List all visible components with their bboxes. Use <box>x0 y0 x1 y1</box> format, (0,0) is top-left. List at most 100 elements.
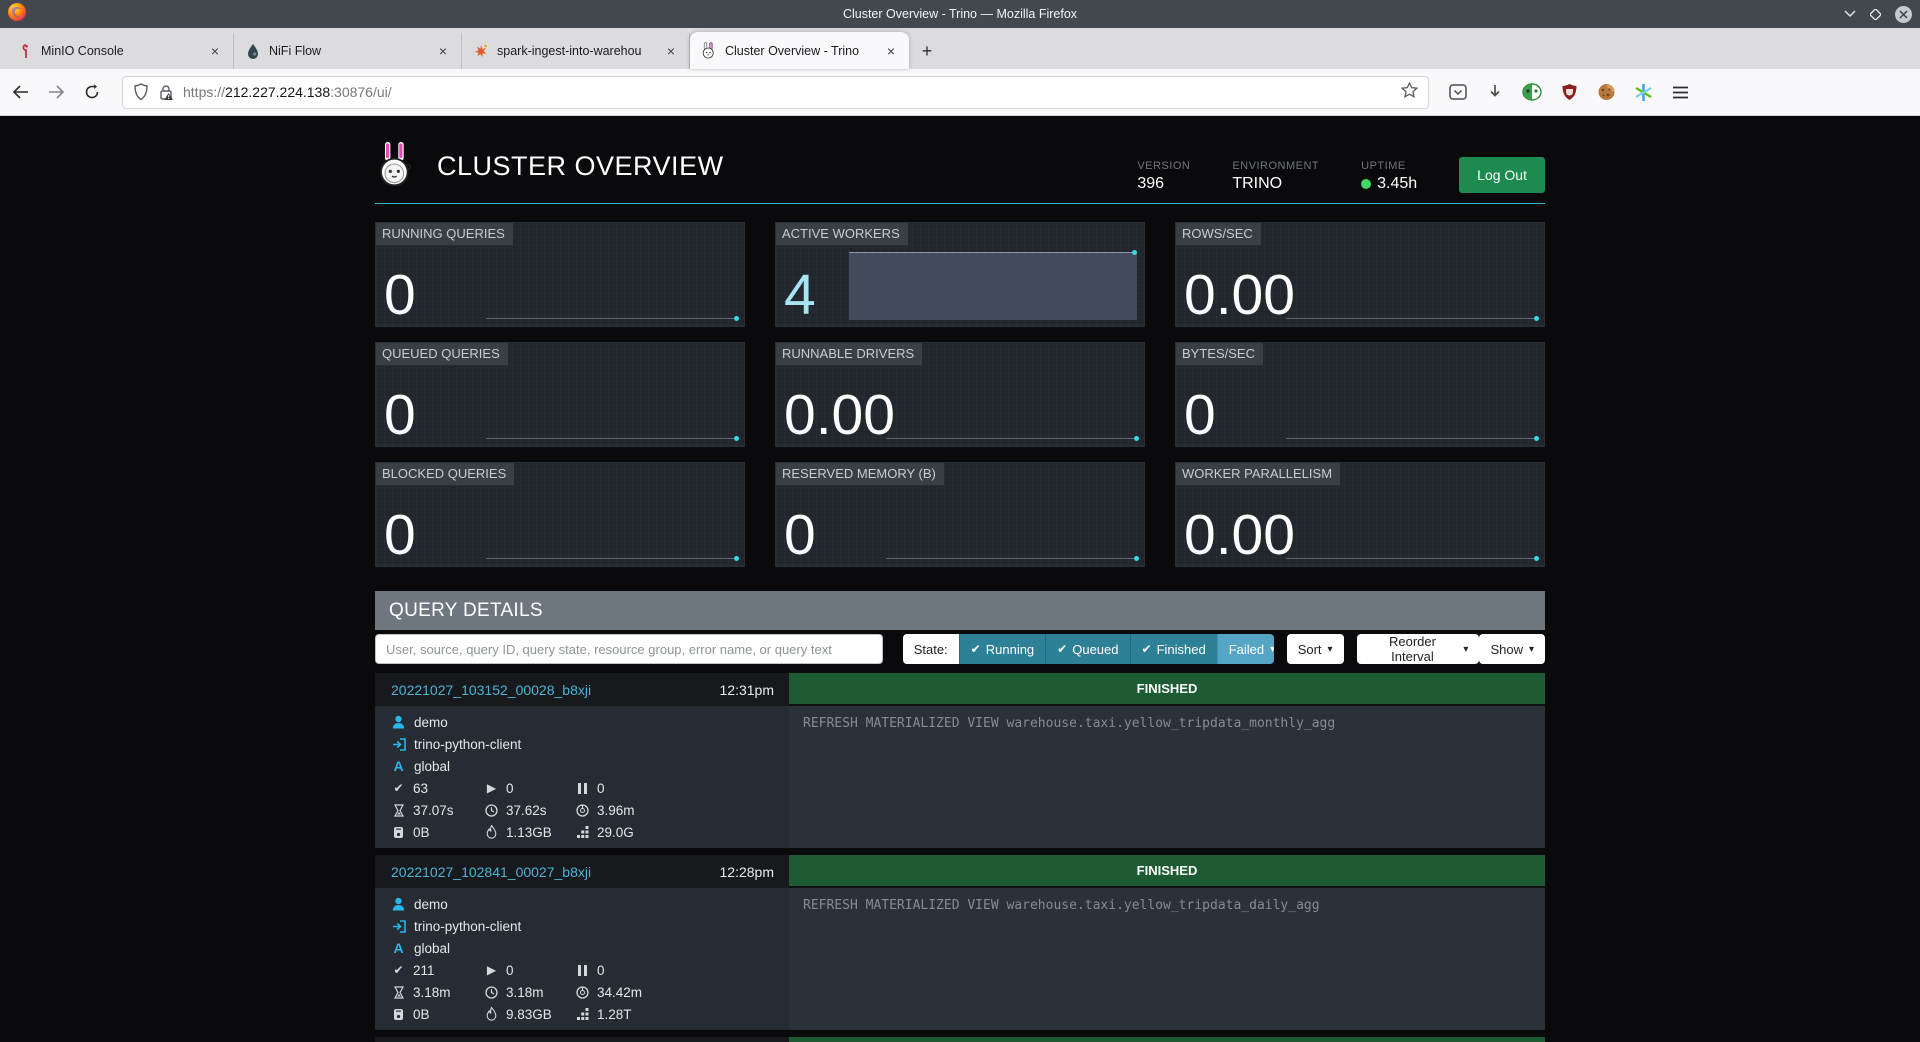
tab-close-icon[interactable]: × <box>881 41 901 61</box>
sparkline <box>486 438 737 439</box>
tab-label: Cluster Overview - Trino <box>725 44 881 58</box>
ublock-shield-extension-icon[interactable] <box>1558 81 1580 103</box>
forward-button[interactable] <box>40 76 72 108</box>
stat-value: 0 <box>1184 387 1216 444</box>
maximize-button[interactable] <box>1870 9 1881 20</box>
resource-group-icon: A <box>391 758 406 774</box>
filter-failed-dropdown[interactable]: Failed▾ <box>1217 634 1274 664</box>
peak-memory-flame-icon <box>484 825 499 839</box>
query-id-link[interactable]: 20221027_102841_00027_b8xji <box>391 864 591 880</box>
privacy-mask-extension-icon[interactable] <box>1521 81 1543 103</box>
environment-label: ENVIRONMENT <box>1232 160 1319 172</box>
new-tab-button[interactable]: + <box>913 37 941 65</box>
cpu-time: 34.42m <box>597 985 642 1000</box>
cumulative-memory-grid-icon <box>575 1008 590 1020</box>
query-search-input[interactable] <box>375 634 883 664</box>
query-source: trino-python-client <box>414 737 521 752</box>
query-resource-group: global <box>414 941 450 956</box>
tab-close-icon[interactable]: × <box>433 41 453 61</box>
query-state-badge: FINISHED <box>789 673 1545 706</box>
query-row: 20221027_103152_00028_b8xji 12:31pm FINI… <box>375 673 1545 848</box>
peak-memory-flame-icon <box>484 1007 499 1021</box>
minimize-button[interactable] <box>1844 10 1856 18</box>
downloads-icon[interactable] <box>1484 81 1506 103</box>
reorder-interval-dropdown[interactable]: Reorder Interval▾ <box>1357 634 1480 664</box>
query-state-badge: FINISHED <box>789 855 1545 888</box>
stat-value: 0 <box>384 507 416 564</box>
uptime-value: 3.45h <box>1377 175 1417 193</box>
sparkline-dot <box>1534 436 1539 441</box>
uptime-status-dot <box>1361 179 1371 189</box>
cluster-stats-grid: RUNNING QUERIES 0 ACTIVE WORKERS 4 ROWS/… <box>375 222 1545 567</box>
filter-running-button[interactable]: ✔Running <box>959 634 1046 664</box>
state-filter-group: State: ✔Running ✔Queued ✔Finished Failed… <box>903 634 1274 664</box>
show-dropdown[interactable]: Show▾ <box>1479 634 1545 664</box>
query-row: 20221027_102841_00027_b8xji 12:28pm FINI… <box>375 855 1545 1030</box>
stat-value: 0.00 <box>784 387 895 444</box>
sparkle-extension-icon[interactable] <box>1632 81 1654 103</box>
bookmark-star-icon[interactable] <box>1401 82 1418 103</box>
check-icon: ✔ <box>1057 642 1067 656</box>
tab-nifi-flow[interactable]: NiFi Flow × <box>234 33 462 69</box>
cpu-gauge-icon <box>575 804 590 817</box>
current-memory: 0B <box>413 825 430 840</box>
sparkline <box>1286 318 1537 319</box>
stat-label: RUNNABLE DRIVERS <box>776 343 922 365</box>
spark-star-icon <box>472 43 489 60</box>
url-path: :30876/ui/ <box>330 84 392 100</box>
sparkline-dot <box>734 436 739 441</box>
version-value: 396 <box>1137 175 1190 193</box>
user-icon <box>391 715 406 729</box>
cookie-extension-icon[interactable] <box>1595 81 1617 103</box>
current-memory-icon <box>391 1008 406 1021</box>
current-memory-icon <box>391 826 406 839</box>
elapsed-clock-icon <box>484 804 499 817</box>
sparkline <box>486 558 737 559</box>
filter-queued-button[interactable]: ✔Queued <box>1045 634 1129 664</box>
caret-down-icon: ▾ <box>1270 644 1274 655</box>
trino-page: CLUSTER OVERVIEW VERSION 396 ENVIRONMENT… <box>0 116 1920 1042</box>
tab-cluster-overview-trino[interactable]: Cluster Overview - Trino × <box>690 32 909 69</box>
tab-minio-console[interactable]: MinIO Console × <box>6 33 234 69</box>
running-splits-icon: ▶ <box>484 963 499 977</box>
completed-splits-icon: ✔ <box>391 963 406 977</box>
menu-hamburger-icon[interactable] <box>1669 81 1691 103</box>
tab-label: NiFi Flow <box>269 44 433 58</box>
tab-strip: MinIO Console × NiFi Flow × spark-ingest… <box>0 28 1920 69</box>
tab-close-icon[interactable]: × <box>661 41 681 61</box>
stat-value: 0 <box>784 507 816 564</box>
stat-value: 0 <box>384 267 416 324</box>
logout-button[interactable]: Log Out <box>1459 157 1545 193</box>
url-bar[interactable]: https://212.227.224.138:30876/ui/ <box>122 76 1429 109</box>
sort-dropdown[interactable]: Sort▾ <box>1287 634 1344 664</box>
tab-close-icon[interactable]: × <box>205 41 225 61</box>
peak-memory: 1.13GB <box>506 825 552 840</box>
stat-card-active-workers: ACTIVE WORKERS 4 <box>775 222 1145 327</box>
queued-splits-icon <box>575 965 590 976</box>
cluster-header: CLUSTER OVERVIEW VERSION 396 ENVIRONMENT… <box>375 116 1545 204</box>
query-time: 12:28pm <box>720 864 774 880</box>
completed-splits-icon: ✔ <box>391 781 406 795</box>
sparkline-dot <box>1534 316 1539 321</box>
elapsed-time: 37.62s <box>506 803 547 818</box>
state-filter-label: State: <box>903 634 959 664</box>
queued-splits: 0 <box>597 963 605 978</box>
source-login-icon <box>391 920 406 933</box>
close-button[interactable] <box>1895 6 1912 23</box>
query-details-header: QUERY DETAILS <box>375 591 1545 630</box>
user-icon <box>391 897 406 911</box>
tab-spark-notebook[interactable]: spark-ingest-into-warehou × <box>462 33 690 69</box>
query-sql-text: REFRESH MATERIALIZED VIEW warehouse.taxi… <box>789 706 1545 848</box>
shield-permissions-icon[interactable] <box>133 83 149 101</box>
filter-finished-button[interactable]: ✔Finished <box>1130 634 1217 664</box>
nifi-drop-icon <box>244 43 261 60</box>
lock-warning-icon[interactable] <box>158 84 174 101</box>
tab-label: MinIO Console <box>41 44 205 58</box>
reload-button[interactable] <box>76 76 108 108</box>
back-button[interactable] <box>4 76 36 108</box>
query-id-link[interactable]: 20221027_103152_00028_b8xji <box>391 682 591 698</box>
url-text[interactable]: https://212.227.224.138:30876/ui/ <box>183 84 1401 100</box>
save-page-icon[interactable] <box>1447 81 1469 103</box>
sparkline <box>1286 438 1537 439</box>
tab-label: spark-ingest-into-warehou <box>497 44 661 58</box>
